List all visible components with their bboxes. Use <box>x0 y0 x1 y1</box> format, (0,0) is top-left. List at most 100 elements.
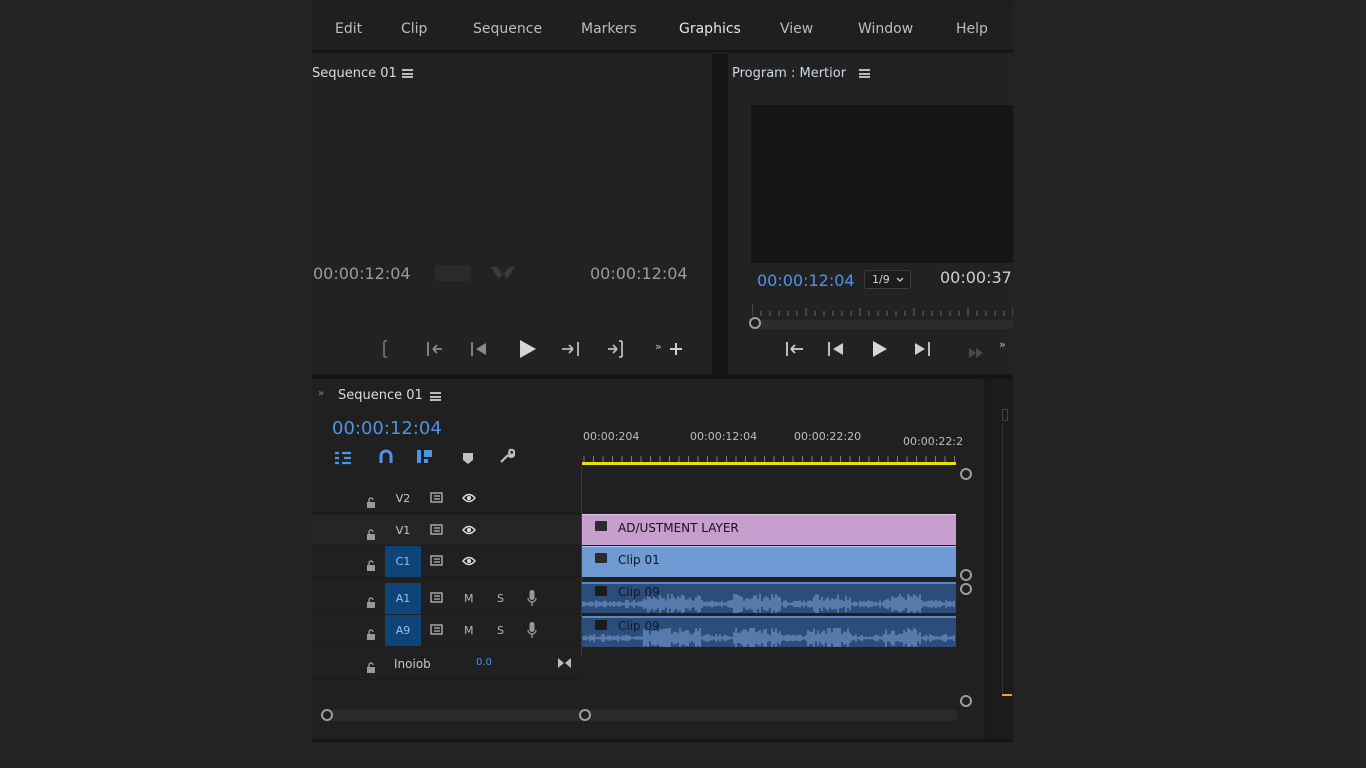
source-drag-audio-icon[interactable] <box>489 265 517 285</box>
panel-overflow-icon[interactable]: » <box>318 388 324 399</box>
meter-bar <box>1002 423 1003 693</box>
linked-selection-icon[interactable] <box>416 449 434 468</box>
snap-icon[interactable] <box>378 449 394 468</box>
panel-divider[interactable] <box>712 54 728 376</box>
mark-in-icon[interactable] <box>382 340 390 358</box>
menu-window[interactable]: Window <box>858 21 913 37</box>
add-button-icon[interactable] <box>669 342 683 356</box>
scroll-handle-left[interactable] <box>321 709 333 721</box>
clip-audio-a1[interactable]: Clip 09 <box>582 582 956 613</box>
solo-button[interactable]: S <box>497 592 504 605</box>
menu-bar: Edit Clip Sequence Markers Graphics View… <box>312 8 1013 52</box>
menu-sequence[interactable]: Sequence <box>473 21 542 37</box>
clip-label: Clip 09 <box>618 585 660 599</box>
track-header-v1: V1 <box>312 515 581 546</box>
timeline-timecode[interactable]: 00:00:12:04 <box>332 418 442 439</box>
sync-lock-icon[interactable] <box>430 492 443 506</box>
track-name[interactable]: V2 <box>385 492 421 505</box>
program-play-icon[interactable] <box>870 340 888 358</box>
sync-lock-icon[interactable] <box>430 592 443 606</box>
clip-label: Clip 01 <box>618 553 660 567</box>
mute-button[interactable]: M <box>464 592 474 605</box>
program-step-forward-icon[interactable] <box>913 341 931 357</box>
program-go-to-out-icon[interactable] <box>968 346 986 360</box>
clip-video[interactable]: Clip 01 <box>582 546 956 577</box>
go-to-out-icon[interactable] <box>607 340 625 358</box>
clip-icon <box>595 586 607 596</box>
menu-edit[interactable]: Edit <box>335 21 362 37</box>
menu-clip[interactable]: Clip <box>401 21 427 37</box>
track-header-v2: V2 <box>312 483 581 514</box>
lock-icon[interactable] <box>366 625 376 640</box>
program-title[interactable]: Program : Mertior <box>732 66 846 81</box>
wrench-icon[interactable] <box>499 448 516 468</box>
clip-adjustment-layer[interactable]: AD/USTMENT LAYER <box>582 514 956 545</box>
program-step-back-icon[interactable] <box>827 341 845 357</box>
mix-volume-value[interactable]: 0.0 <box>476 657 492 668</box>
more-buttons-icon[interactable]: » <box>655 338 662 356</box>
program-more-buttons-icon[interactable]: » <box>999 336 1006 354</box>
eye-icon[interactable] <box>462 525 476 538</box>
program-tc-current[interactable]: 00:00:12:04 <box>757 271 855 290</box>
timeline-title[interactable]: Sequence 01 <box>338 388 423 403</box>
step-back-icon[interactable] <box>470 341 488 357</box>
eye-icon[interactable] <box>462 556 476 569</box>
premiere-window: Edit Clip Sequence Markers Graphics View… <box>312 0 1013 768</box>
timeline-menu-icon[interactable] <box>430 392 441 401</box>
vertical-scroll-handle[interactable] <box>960 468 972 480</box>
horizontal-scrollbar[interactable] <box>326 709 958 721</box>
timeline-ruler-ticks[interactable] <box>582 453 958 467</box>
step-forward-icon[interactable] <box>561 341 581 357</box>
clip-audio-a9[interactable]: Clip 09 <box>582 616 956 647</box>
track-name[interactable]: V1 <box>385 524 421 537</box>
nest-sequence-icon[interactable] <box>334 450 352 469</box>
mute-button[interactable]: M <box>464 624 474 637</box>
solo-button[interactable]: S <box>497 624 504 637</box>
expand-icon[interactable] <box>557 654 572 673</box>
sync-lock-icon[interactable] <box>430 524 443 538</box>
menu-help[interactable]: Help <box>956 21 988 37</box>
menu-graphics[interactable]: Graphics <box>679 21 741 37</box>
go-to-in-icon[interactable] <box>426 341 444 357</box>
scroll-handle-right[interactable] <box>579 709 591 721</box>
vertical-scroll-handle[interactable] <box>960 583 972 595</box>
source-tc-in[interactable]: 00:00:12:04 <box>313 264 411 283</box>
microphone-icon[interactable] <box>527 589 537 610</box>
microphone-icon[interactable] <box>527 621 537 642</box>
clip-icon <box>595 553 607 563</box>
menu-markers[interactable]: Markers <box>581 21 637 37</box>
source-title[interactable]: Sequence 01 <box>312 66 397 81</box>
clip-label: AD/USTMENT LAYER <box>618 521 739 535</box>
vertical-scroll-handle[interactable] <box>960 569 972 581</box>
lock-icon[interactable] <box>366 658 376 673</box>
lock-icon[interactable] <box>366 525 376 540</box>
menu-view[interactable]: View <box>780 21 813 37</box>
track-header-a1: A1 M S <box>312 583 581 614</box>
track-target[interactable]: A9 <box>385 615 421 646</box>
program-go-to-in-icon[interactable] <box>785 341 805 357</box>
source-menu-icon[interactable] <box>402 69 413 78</box>
track-target[interactable]: A1 <box>385 583 421 614</box>
source-monitor: Sequence 01 00:00:12:04 00:00:12:04 » <box>312 54 712 374</box>
sync-lock-icon[interactable] <box>430 624 443 638</box>
vertical-scroll-handle[interactable] <box>960 695 972 707</box>
track-target[interactable]: C1 <box>385 546 421 577</box>
lock-icon[interactable] <box>366 556 376 571</box>
meter-level <box>1002 694 1012 696</box>
program-time-ruler[interactable] <box>751 300 1013 320</box>
meter-top <box>1002 409 1008 421</box>
track-header-c1: C1 <box>312 546 581 577</box>
lock-icon[interactable] <box>366 593 376 608</box>
add-marker-icon[interactable] <box>462 450 474 469</box>
eye-icon[interactable] <box>462 493 476 506</box>
zoom-select[interactable]: 1/9 <box>864 270 911 289</box>
clip-label: Clip 09 <box>618 619 660 633</box>
source-drag-video-icon[interactable] <box>435 265 471 281</box>
playhead-handle[interactable] <box>749 317 761 329</box>
program-viewer[interactable] <box>751 105 1013 263</box>
program-scrub-bar[interactable] <box>752 320 1013 329</box>
lock-icon[interactable] <box>366 493 376 508</box>
sync-lock-icon[interactable] <box>430 555 443 569</box>
program-menu-icon[interactable] <box>859 69 870 78</box>
play-icon[interactable] <box>517 339 537 359</box>
